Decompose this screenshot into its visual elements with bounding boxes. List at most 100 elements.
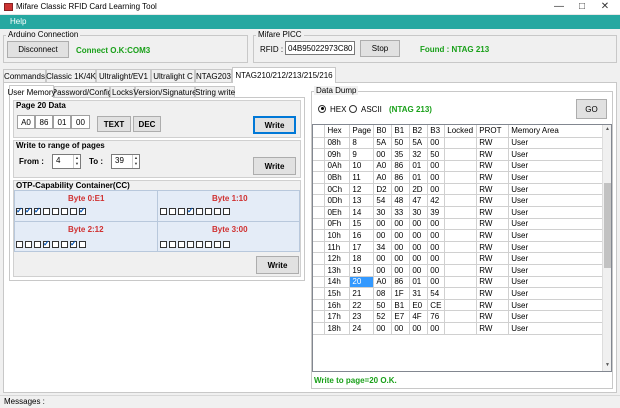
cc-bit-checkbox[interactable] (70, 208, 77, 215)
column-header[interactable]: Hex (324, 125, 351, 138)
table-cell[interactable]: 0Bh (324, 171, 351, 184)
cc-bit-checkbox[interactable] (214, 241, 221, 248)
table-cell[interactable]: User (508, 252, 603, 266)
cc-bit-checkbox[interactable] (34, 206, 41, 215)
table-cell[interactable]: RW (476, 310, 510, 323)
table-row[interactable]: 0Eh 14 30 33 30 39 RW User (313, 206, 603, 219)
table-cell[interactable]: 21 (349, 287, 375, 300)
table-cell[interactable] (444, 206, 478, 219)
table-cell[interactable] (444, 276, 478, 289)
table-cell[interactable]: 00 (427, 322, 446, 335)
cc-bit-checkbox[interactable] (187, 206, 194, 215)
table-cell[interactable]: 00 (373, 218, 393, 231)
menu-help[interactable]: Help (10, 17, 26, 26)
table-cell[interactable]: 0Ch (324, 183, 351, 196)
table-cell[interactable]: 00 (427, 264, 446, 277)
table-cell[interactable]: 0Eh (324, 206, 351, 219)
column-header[interactable]: Memory Area (508, 125, 603, 138)
table-cell[interactable]: User (508, 264, 603, 277)
table-row[interactable]: 11h 17 34 00 00 00 RW User (313, 241, 603, 254)
table-cell[interactable] (444, 252, 478, 266)
table-cell[interactable]: User (508, 206, 603, 219)
row-header[interactable] (313, 183, 326, 196)
table-cell[interactable]: 15 (349, 218, 375, 231)
table-cell[interactable]: 0Ah (324, 160, 351, 173)
table-cell[interactable]: RW (476, 218, 510, 231)
table-cell[interactable]: User (508, 276, 603, 289)
table-cell[interactable]: User (508, 322, 603, 335)
table-row[interactable]: 16h 22 50 B1 E0 CE RW User (313, 299, 603, 312)
table-cell[interactable] (444, 218, 478, 231)
table-cell[interactable]: 50 (391, 137, 411, 150)
scroll-down-icon[interactable]: ▼ (605, 362, 610, 368)
column-header[interactable]: Locked (444, 125, 478, 138)
table-cell[interactable]: 52 (373, 310, 393, 323)
column-header[interactable]: Page (349, 125, 375, 138)
table-cell[interactable]: RW (476, 299, 510, 312)
cc-bit-checkbox[interactable] (79, 206, 86, 215)
column-header[interactable]: PROT (476, 125, 510, 138)
page20-byte0[interactable]: A0 (17, 115, 35, 129)
table-cell[interactable]: 39 (427, 206, 446, 219)
cc-bit-checkbox[interactable] (205, 241, 212, 248)
table-cell[interactable]: 10h (324, 229, 351, 242)
table-cell[interactable]: 01 (409, 171, 429, 184)
table-row[interactable]: 0Dh 13 54 48 47 42 RW User (313, 194, 603, 208)
table-row[interactable]: 0Fh 15 00 00 00 00 RW User (313, 218, 603, 231)
table-cell[interactable]: 00 (391, 264, 411, 277)
table-cell[interactable]: 30 (373, 206, 393, 219)
go-button[interactable]: GO (576, 99, 607, 119)
table-row[interactable]: 17h 23 52 E7 4F 76 RW User (313, 310, 603, 323)
table-cell[interactable] (444, 264, 478, 277)
table-cell[interactable]: 00 (391, 229, 411, 242)
cc-bit-checkbox[interactable] (79, 241, 86, 248)
column-header[interactable]: B3 (427, 125, 446, 138)
tab-ultralight-c[interactable]: Ultralight C (151, 69, 195, 83)
minimize-icon[interactable]: — (552, 1, 566, 12)
row-header[interactable] (313, 148, 326, 161)
table-cell[interactable]: 14h (324, 276, 351, 289)
cc-bit-checkbox[interactable] (196, 241, 203, 248)
table-cell[interactable]: RW (476, 137, 510, 150)
table-cell[interactable]: 33 (391, 206, 411, 219)
table-cell[interactable]: 00 (427, 276, 446, 289)
table-cell[interactable]: 00 (391, 252, 411, 266)
row-header[interactable] (313, 171, 326, 184)
table-cell[interactable]: E0 (409, 299, 429, 312)
cc-bit-checkbox[interactable] (223, 241, 230, 248)
cc-bit-checkbox[interactable] (52, 208, 59, 215)
table-cell[interactable] (444, 171, 478, 184)
table-cell[interactable]: 00 (427, 137, 446, 150)
table-cell[interactable]: 0Dh (324, 194, 351, 208)
table-cell[interactable]: 00 (391, 322, 411, 335)
cc-bit-checkbox[interactable] (178, 241, 185, 248)
grid-scrollbar[interactable]: ▲ ▼ (602, 125, 611, 371)
close-icon[interactable]: ✕ (598, 1, 612, 12)
table-cell[interactable]: 24 (349, 322, 375, 335)
table-cell[interactable]: 14 (349, 206, 375, 219)
table-cell[interactable] (444, 322, 478, 335)
maximize-icon[interactable]: □ (575, 1, 589, 12)
table-cell[interactable] (444, 287, 478, 300)
tab-ntag21x[interactable]: NTAG210/212/213/215/216 (232, 67, 336, 83)
rfid-field[interactable]: 04B95022973C80 (285, 41, 355, 55)
table-row[interactable]: 0Ch 12 D2 00 2D 00 RW User (313, 183, 603, 196)
page20-byte3[interactable]: 00 (71, 115, 90, 129)
table-cell[interactable]: A0 (373, 160, 393, 173)
table-cell[interactable]: 15h (324, 287, 351, 300)
cc-bit-checkbox[interactable] (196, 208, 203, 215)
table-cell[interactable]: 00 (373, 148, 393, 161)
table-cell[interactable]: 00 (427, 171, 446, 184)
scroll-up-icon[interactable]: ▲ (605, 126, 610, 132)
text-button[interactable]: TEXT (97, 116, 131, 132)
cc-write-button[interactable]: Write (256, 256, 299, 274)
table-cell[interactable]: 76 (427, 310, 446, 323)
cc-bit-checkbox[interactable] (70, 239, 77, 248)
cc-bit-checkbox[interactable] (25, 206, 32, 215)
table-cell[interactable]: 01 (409, 160, 429, 173)
row-header[interactable] (313, 299, 326, 312)
from-stepper[interactable]: 4 ▲ ▼ (52, 154, 81, 169)
table-cell[interactable]: 50 (373, 299, 393, 312)
table-cell[interactable]: 08h (324, 137, 351, 150)
row-header[interactable] (313, 194, 326, 208)
